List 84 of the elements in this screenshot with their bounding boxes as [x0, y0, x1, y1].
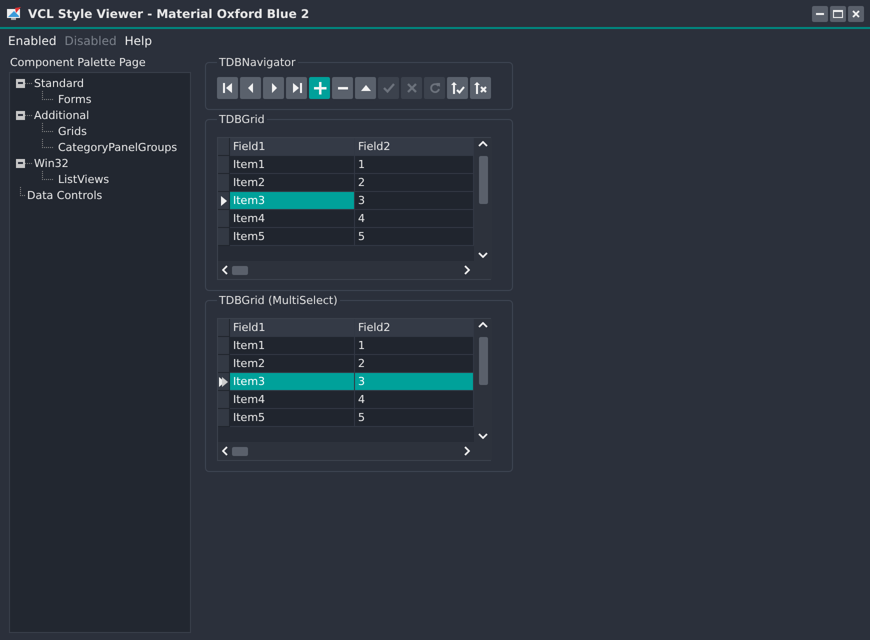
table-cell[interactable]: 5 [355, 228, 474, 246]
menu-item[interactable]: Enabled [4, 32, 60, 50]
column-header[interactable]: Field2 [355, 138, 474, 156]
discard-button[interactable] [470, 77, 491, 99]
cancel-icon [404, 81, 418, 95]
refresh-icon [428, 81, 442, 95]
insert-button[interactable] [309, 77, 330, 99]
last-button[interactable] [286, 77, 307, 99]
maximize-icon [833, 10, 843, 18]
row-indicator-icon [219, 376, 228, 386]
apply-icon [450, 81, 464, 95]
chevron-left-icon[interactable] [222, 265, 228, 275]
chevron-right-icon[interactable] [464, 446, 470, 456]
panel-title: Component Palette Page [10, 56, 147, 69]
first-button[interactable] [217, 77, 238, 99]
table-cell[interactable]: 1 [355, 156, 474, 174]
next-button[interactable] [263, 77, 284, 99]
group-title: TDBNavigator [218, 56, 297, 69]
collapse-icon[interactable] [16, 110, 25, 120]
horizontal-scrollbar[interactable] [218, 261, 474, 279]
table-cell[interactable]: Item4 [230, 210, 355, 228]
tree-item[interactable]: Additional [32, 108, 92, 122]
tree-view[interactable]: Standard Forms Additional Grids CategoryPanelGroups Win32 ListViews Data Controls [9, 72, 191, 633]
table-cell[interactable]: 1 [355, 337, 474, 355]
chevron-left-icon[interactable] [222, 446, 228, 456]
chevron-right-icon[interactable] [464, 265, 470, 275]
row-header[interactable] [218, 373, 230, 391]
table-cell[interactable]: Item2 [230, 355, 355, 373]
column-header[interactable]: Field1 [230, 319, 355, 337]
horizontal-scrollbar[interactable] [218, 442, 474, 460]
table-cell[interactable]: 3 [355, 192, 474, 210]
scroll-thumb[interactable] [232, 266, 248, 274]
window-title: VCL Style Viewer - Material Oxford Blue 2 [28, 6, 310, 20]
table-cell[interactable]: Item1 [230, 156, 355, 174]
table-cell[interactable]: 2 [355, 355, 474, 373]
discard-icon [474, 81, 488, 95]
chevron-up-icon[interactable] [478, 322, 488, 328]
table-cell[interactable]: Item5 [230, 409, 355, 427]
row-header [218, 319, 230, 337]
table-cell[interactable]: 4 [355, 391, 474, 409]
tree-item[interactable]: ListViews [56, 172, 112, 186]
tree-item[interactable]: Standard [32, 76, 86, 90]
row-header [218, 138, 230, 156]
chevron-up-icon[interactable] [478, 141, 488, 147]
data-grid[interactable]: Field1 Field2 Item1 1 Item2 2 Item3 3 Item4 4 Item5 5 [217, 318, 491, 461]
post-icon [382, 81, 396, 95]
table-cell[interactable]: 5 [355, 409, 474, 427]
tree-item[interactable]: Data Controls [25, 188, 104, 202]
column-header[interactable]: Field2 [355, 319, 474, 337]
collapse-icon[interactable] [16, 78, 25, 88]
column-header[interactable]: Field1 [230, 138, 355, 156]
prior-button[interactable] [240, 77, 261, 99]
first-icon [220, 81, 234, 95]
table-cell[interactable]: Item5 [230, 228, 355, 246]
close-button[interactable] [848, 6, 864, 22]
table-cell[interactable]: 4 [355, 210, 474, 228]
table-cell[interactable]: Item2 [230, 174, 355, 192]
data-grid[interactable]: Field1 Field2 Item1 1 Item2 2 Item3 3 Item4 4 Item5 5 [217, 137, 491, 280]
table-cell[interactable]: Item4 [230, 391, 355, 409]
collapse-icon[interactable] [16, 158, 25, 168]
maximize-button[interactable] [830, 6, 846, 22]
minimize-button[interactable] [812, 6, 828, 22]
menu-item[interactable]: Help [120, 32, 156, 50]
tree-item[interactable]: Grids [56, 124, 89, 138]
tree-item[interactable]: Forms [56, 92, 94, 106]
scroll-thumb[interactable] [232, 446, 248, 456]
row-header[interactable] [218, 192, 230, 210]
app-icon [6, 6, 22, 20]
apply-button[interactable] [447, 77, 468, 99]
scroll-thumb[interactable] [478, 336, 488, 384]
row-indicator-icon [220, 196, 226, 206]
edit-button[interactable] [355, 77, 376, 99]
delete-button[interactable] [332, 77, 353, 99]
chevron-down-icon[interactable] [478, 433, 488, 439]
close-icon [852, 10, 860, 18]
group-title: TDBGrid [218, 113, 266, 126]
table-cell[interactable]: 2 [355, 174, 474, 192]
chevron-down-icon[interactable] [478, 252, 488, 258]
scroll-thumb[interactable] [478, 156, 488, 204]
insert-icon [312, 81, 326, 95]
table-cell[interactable]: Item1 [230, 337, 355, 355]
tree-item[interactable]: Win32 [32, 156, 71, 170]
group-title: TDBGrid (MultiSelect) [218, 294, 339, 307]
tree-item[interactable]: CategoryPanelGroups [56, 140, 180, 154]
